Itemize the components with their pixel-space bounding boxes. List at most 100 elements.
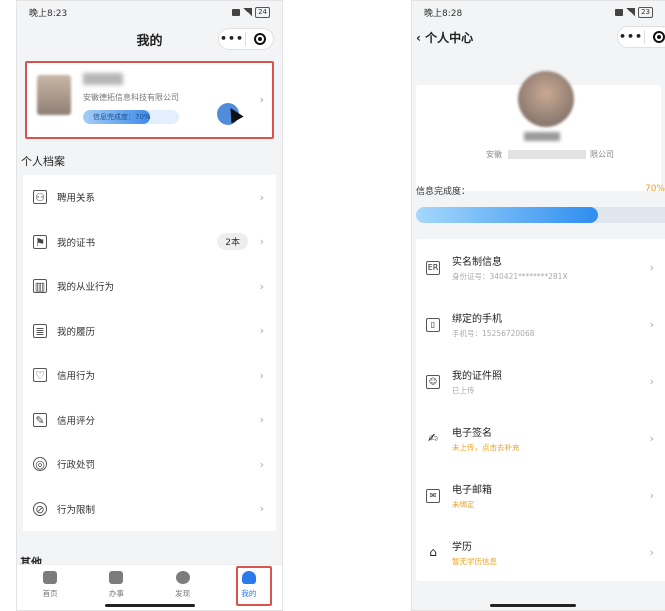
company-name: 安徽德拓信息科技有限公司 bbox=[83, 93, 179, 102]
info-item-email[interactable]: ✉ 电子邮箱 未绑定 › bbox=[416, 467, 665, 524]
chevron-right-icon: › bbox=[259, 93, 264, 106]
completion-progress: 信息完成度：70% bbox=[83, 110, 179, 124]
menu-item-employment[interactable]: ⚇ 聘用关系 › bbox=[23, 175, 276, 220]
status-icons: 23 bbox=[615, 6, 653, 18]
profile-menu: ⚇ 聘用关系 › ⚑ 我的证书 2本 › ▥ 我的从业行为 › ≣ 我的履历 ›… bbox=[23, 175, 276, 531]
info-item-title: 电子邮箱 bbox=[452, 485, 492, 496]
chevron-right-icon: › bbox=[649, 432, 654, 445]
clipboard-icon bbox=[109, 571, 124, 584]
menu-item-restriction[interactable]: ⊘ 行为限制 › bbox=[23, 487, 276, 532]
chevron-right-icon: › bbox=[259, 190, 264, 204]
home-indicator bbox=[105, 604, 195, 607]
info-item-signature[interactable]: ✍ 电子签名 未上传，点击去补充 › bbox=[416, 410, 665, 467]
home-icon bbox=[43, 571, 58, 584]
tab-label: 发现 bbox=[175, 589, 191, 598]
more-icon[interactable]: ••• bbox=[618, 30, 646, 44]
personal-center-screen: 晚上8:28 23 ‹ 个人中心 ••• 安徽 限公司 信息完成度： 70% E… bbox=[411, 0, 665, 611]
info-item-subtitle: 未上传，点击去补充 bbox=[452, 443, 520, 452]
info-item-phone[interactable]: ▯ 绑定的手机 手机号：15256720068 › bbox=[416, 296, 665, 353]
shield-icon: ♡ bbox=[33, 368, 47, 383]
menu-item-label: 行政处罚 bbox=[57, 460, 96, 472]
menu-item-resume[interactable]: ≣ 我的履历 › bbox=[23, 309, 276, 354]
info-item-title: 学历 bbox=[452, 542, 472, 553]
close-mini-program-icon[interactable] bbox=[246, 33, 273, 45]
completion-progress bbox=[416, 207, 665, 223]
menu-item-label: 我的履历 bbox=[57, 326, 96, 338]
menu-item-label: 我的证书 bbox=[57, 237, 96, 249]
menu-item-label: 聘用关系 bbox=[57, 193, 96, 205]
menu-item-label: 信用行为 bbox=[57, 371, 96, 383]
info-item-subtitle: 未绑定 bbox=[452, 500, 475, 509]
tab-label: 办事 bbox=[108, 589, 124, 598]
home-indicator bbox=[490, 604, 576, 607]
chevron-right-icon: › bbox=[259, 413, 264, 427]
penalty-icon: ◎ bbox=[33, 457, 47, 472]
mail-icon: ✉ bbox=[426, 488, 440, 503]
chevron-right-icon: › bbox=[649, 375, 654, 388]
chevron-right-icon: › bbox=[649, 546, 654, 559]
chart-icon: ▥ bbox=[33, 279, 47, 294]
compass-icon bbox=[175, 571, 190, 584]
nav-bar: ‹ 个人中心 ••• bbox=[412, 23, 665, 51]
status-time: 晚上8:28 bbox=[424, 8, 463, 19]
chevron-right-icon: › bbox=[259, 502, 264, 516]
signal-icon bbox=[626, 8, 636, 16]
restrict-icon: ⊘ bbox=[33, 501, 47, 516]
chevron-right-icon: › bbox=[649, 318, 654, 331]
section-title: 个人档案 bbox=[21, 155, 65, 168]
chevron-right-icon: › bbox=[259, 279, 264, 293]
menu-item-practice[interactable]: ▥ 我的从业行为 › bbox=[23, 264, 276, 309]
company-name-redacted bbox=[508, 150, 586, 159]
info-item-subtitle: 暂无学历信息 bbox=[452, 557, 497, 566]
avatar[interactable] bbox=[518, 71, 574, 127]
handshake-icon: ⚇ bbox=[33, 190, 47, 205]
user-name-blurred bbox=[524, 132, 560, 141]
info-list: ER 实名制信息 身份证号：340421********281X › ▯ 绑定的… bbox=[416, 239, 665, 581]
info-item-title: 我的证件照 bbox=[452, 371, 502, 382]
menu-item-label: 行为限制 bbox=[57, 504, 96, 516]
info-item-education[interactable]: ⌂ 学历 暂无学历信息 › bbox=[416, 524, 665, 581]
info-item-photo[interactable]: ☺ 我的证件照 已上传 › bbox=[416, 353, 665, 410]
profile-card[interactable]: 安徽德拓信息科技有限公司 信息完成度：70% › bbox=[25, 61, 274, 139]
menu-item-label: 我的从业行为 bbox=[57, 282, 115, 294]
info-item-real-name[interactable]: ER 实名制信息 身份证号：340421********281X › bbox=[416, 239, 665, 296]
tab-label: 首页 bbox=[42, 589, 58, 598]
completion-progress-fill bbox=[416, 207, 598, 223]
close-mini-program-icon[interactable] bbox=[645, 31, 665, 43]
screen-icon bbox=[615, 8, 624, 16]
battery-icon: 24 bbox=[255, 6, 270, 18]
status-icons: 24 bbox=[232, 6, 270, 18]
resume-icon: ≣ bbox=[33, 323, 47, 338]
menu-item-penalty[interactable]: ◎ 行政处罚 › bbox=[23, 442, 276, 487]
chevron-right-icon: › bbox=[259, 368, 264, 382]
chevron-right-icon: › bbox=[259, 457, 264, 471]
menu-item-credit-score[interactable]: ✎ 信用评分 › bbox=[23, 398, 276, 443]
certificate-count-badge: 2本 bbox=[217, 232, 248, 250]
avatar bbox=[37, 75, 71, 115]
certificate-icon: ⚑ bbox=[33, 234, 47, 249]
status-bar: 晚上8:28 23 bbox=[412, 1, 665, 23]
info-item-subtitle: 已上传 bbox=[452, 386, 475, 395]
chevron-right-icon: › bbox=[259, 324, 264, 338]
graduation-icon: ⌂ bbox=[429, 544, 437, 559]
signal-icon bbox=[243, 8, 253, 16]
menu-item-credit-behavior[interactable]: ♡ 信用行为 › bbox=[23, 353, 276, 398]
status-time: 晚上8:23 bbox=[29, 8, 68, 19]
info-item-title: 实名制信息 bbox=[452, 257, 502, 268]
chevron-right-icon: › bbox=[259, 235, 264, 249]
battery-icon: 23 bbox=[638, 6, 653, 18]
id-card-icon: ER bbox=[426, 260, 440, 275]
info-item-subtitle: 手机号：15256720068 bbox=[452, 329, 535, 338]
more-icon[interactable]: ••• bbox=[219, 32, 247, 46]
screen-icon bbox=[232, 8, 241, 16]
chevron-right-icon: › bbox=[649, 261, 654, 274]
company-name-suffix: 限公司 bbox=[590, 150, 614, 159]
chevron-right-icon: › bbox=[649, 489, 654, 502]
completion-percent: 70% bbox=[644, 184, 665, 194]
mini-program-capsule: ••• bbox=[218, 28, 274, 50]
back-button[interactable]: ‹ 个人中心 bbox=[412, 29, 473, 46]
nav-bar: 我的 ••• bbox=[17, 23, 282, 55]
tab-home[interactable]: 首页 bbox=[17, 565, 83, 610]
score-icon: ✎ bbox=[33, 412, 47, 427]
menu-item-certificates[interactable]: ⚑ 我的证书 2本 › bbox=[23, 220, 276, 265]
